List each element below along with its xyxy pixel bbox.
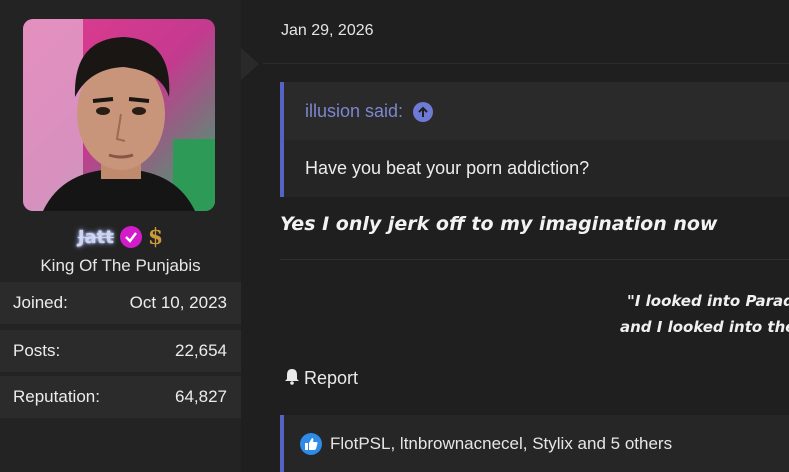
- signature-divider: [280, 259, 789, 260]
- reactions-text[interactable]: FlotPSL, ltnbrownacnecel, Stylix and 5 o…: [330, 434, 672, 454]
- stat-reputation: Reputation: 64,827: [0, 376, 241, 418]
- stat-posts: Posts: 22,654: [0, 330, 241, 372]
- quote-author-link[interactable]: illusion said:: [305, 101, 434, 122]
- reply-text: Yes I only jerk off to my imagination no…: [280, 213, 718, 235]
- stat-value: 64,827: [175, 387, 227, 406]
- like-icon: [300, 432, 322, 455]
- dollar-icon: $: [147, 224, 164, 250]
- report-label[interactable]: Report: [304, 368, 358, 389]
- divider: [263, 63, 789, 64]
- post-date[interactable]: Jan 29, 2026: [281, 22, 374, 40]
- user-panel: Jatt $ King Of The Punjabis Joined: Oct …: [0, 0, 241, 472]
- signature-line: "I looked into Parad: [627, 292, 789, 310]
- stat-value[interactable]: 22,654: [175, 341, 227, 361]
- avatar[interactable]: [23, 19, 215, 211]
- bell-icon: [283, 367, 301, 390]
- quote-header: illusion said:: [284, 82, 789, 140]
- quote-text: Have you beat your porn addiction?: [305, 158, 590, 178]
- username[interactable]: Jatt: [78, 227, 114, 248]
- quote-block: illusion said: Have you beat your porn a…: [280, 82, 789, 197]
- username-row: Jatt $: [0, 222, 241, 252]
- stat-label: Posts:: [13, 341, 61, 360]
- post-arrow: [241, 48, 259, 80]
- arrow-up-icon[interactable]: [413, 101, 434, 122]
- stat-value: Oct 10, 2023: [129, 293, 227, 312]
- quote-author[interactable]: illusion said:: [305, 101, 403, 122]
- reactions-bar[interactable]: FlotPSL, ltnbrownacnecel, Stylix and 5 o…: [280, 415, 789, 472]
- post-body: Jan 29, 2026 illusion said: Have you bea…: [263, 0, 789, 472]
- stat-label: Joined:: [13, 293, 68, 312]
- user-title: King Of The Punjabis: [40, 256, 201, 275]
- stat-joined: Joined: Oct 10, 2023: [0, 282, 241, 324]
- stat-label: Reputation:: [13, 387, 100, 406]
- report-button[interactable]: Report: [283, 367, 358, 390]
- signature-line: and I looked into the: [620, 318, 789, 336]
- verified-badge-icon: [119, 226, 142, 248]
